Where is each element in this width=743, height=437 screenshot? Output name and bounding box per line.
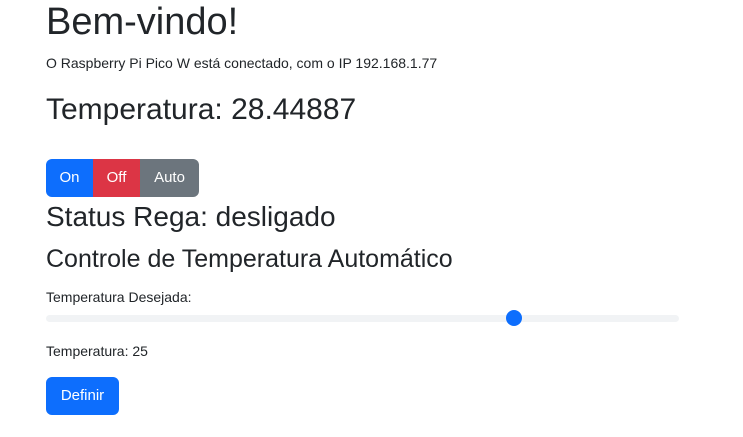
temperature-slider[interactable] xyxy=(46,310,679,326)
auto-control-heading: Controle de Temperatura Automático xyxy=(46,245,453,273)
auto-button[interactable]: Auto xyxy=(140,159,199,197)
on-button[interactable]: On xyxy=(46,159,93,197)
define-button[interactable]: Definir xyxy=(46,377,119,415)
slider-fill xyxy=(46,315,514,322)
irrigation-status-heading: Status Rega: desligado xyxy=(46,201,336,232)
page-title: Bem-vindo! xyxy=(46,1,239,43)
irrigation-mode-button-group: On Off Auto xyxy=(46,159,199,197)
selected-temperature-text: Temperatura: 25 xyxy=(46,343,148,359)
page: Bem-vindo! O Raspberry Pi Pico W está co… xyxy=(0,0,743,437)
slider-thumb[interactable] xyxy=(506,310,523,326)
off-button[interactable]: Off xyxy=(93,159,140,197)
temperature-heading: Temperatura: 28.44887 xyxy=(46,93,357,126)
desired-temperature-label: Temperatura Desejada: xyxy=(46,289,192,305)
connection-status-text: O Raspberry Pi Pico W está conectado, co… xyxy=(46,55,438,71)
